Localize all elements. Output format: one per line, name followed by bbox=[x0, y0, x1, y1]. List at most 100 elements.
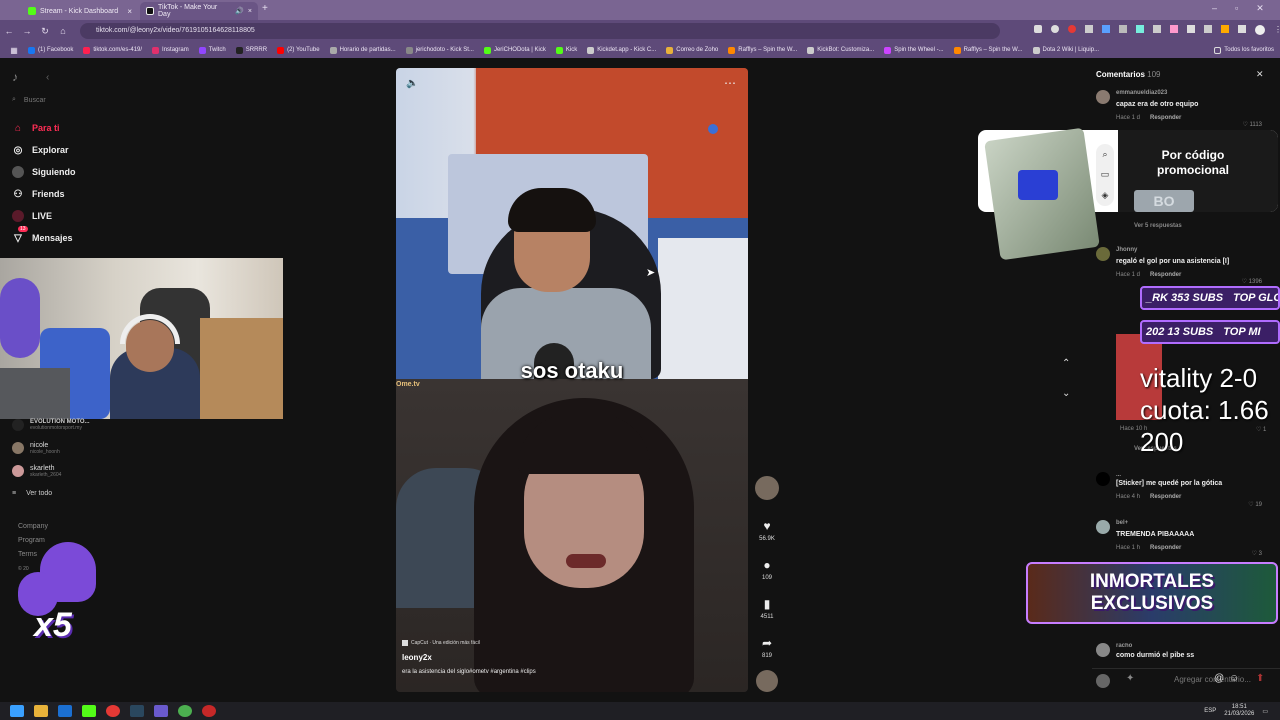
folder-icon[interactable] bbox=[34, 705, 48, 717]
save-button[interactable]: ▮ 4511 bbox=[754, 597, 780, 620]
nav-para-ti[interactable]: ⌂ Para ti bbox=[12, 119, 60, 137]
avatar[interactable] bbox=[1096, 520, 1110, 534]
collapse-icon[interactable]: ‹ bbox=[46, 72, 49, 83]
bookmark[interactable]: Correo de Zoho bbox=[666, 46, 718, 54]
clock[interactable]: 18:51 21/03/2026 bbox=[1224, 704, 1254, 718]
speaker-icon[interactable]: 🔊 bbox=[235, 7, 244, 15]
comment-input[interactable]: Agregar comentario... bbox=[1174, 675, 1251, 684]
bookmark[interactable]: Kick bbox=[555, 46, 577, 54]
comment-like[interactable]: ♡ 1113 bbox=[1242, 121, 1262, 128]
bookmark[interactable]: tiktok.com/es-419/ bbox=[83, 46, 142, 54]
bookmark[interactable]: Twitch bbox=[198, 46, 226, 54]
comment-like[interactable]: ♡ 19 bbox=[1248, 501, 1262, 508]
extension-icon[interactable] bbox=[1068, 25, 1076, 33]
mute-icon[interactable]: 🔈 bbox=[406, 78, 418, 89]
prev-video-icon[interactable]: ⌃ bbox=[1062, 358, 1070, 369]
puzzle-icon[interactable] bbox=[1187, 25, 1195, 33]
app-icon[interactable] bbox=[82, 705, 96, 717]
cast-icon[interactable] bbox=[1034, 25, 1042, 33]
following-item[interactable]: EVOLUTION MOTO... evolutionmotorsport.my bbox=[12, 418, 272, 432]
extension-icon[interactable] bbox=[1170, 25, 1178, 33]
next-video-icon[interactable]: ⌄ bbox=[1062, 388, 1070, 399]
video-player[interactable]: Ome.tv 🔈 ⋯ sos otaku CapCut · Una edició… bbox=[396, 68, 748, 692]
mention-icon[interactable]: @ bbox=[1214, 673, 1224, 684]
bookmark[interactable]: SRRRR bbox=[235, 46, 267, 54]
opera-icon[interactable] bbox=[106, 705, 120, 717]
avatar[interactable] bbox=[1096, 643, 1110, 657]
notification-icon[interactable]: ▭ bbox=[1262, 708, 1268, 715]
all-favorites[interactable]: Todos los favoritos bbox=[1214, 46, 1274, 54]
tab-tiktok[interactable]: TikTok - Make Your Day 🔊 × bbox=[140, 2, 258, 20]
see-all-link[interactable]: ≡ Ver todo bbox=[12, 490, 272, 497]
bookmark[interactable]: KickBot: Customiza... bbox=[807, 46, 874, 54]
nav-live[interactable]: LIVE bbox=[12, 207, 52, 225]
search-row[interactable]: ⌕ Buscar bbox=[12, 96, 46, 104]
profile-avatar[interactable] bbox=[1255, 25, 1265, 35]
close-window-icon[interactable]: ✕ bbox=[1256, 3, 1264, 14]
nav-friends[interactable]: ⚇ Friends bbox=[12, 185, 65, 203]
new-tab-button[interactable]: + bbox=[262, 3, 268, 14]
app-icon[interactable] bbox=[202, 705, 216, 717]
apps-icon[interactable]: ▦ bbox=[0, 46, 28, 55]
extension-icon[interactable] bbox=[1085, 25, 1093, 33]
extension-icon[interactable] bbox=[1136, 25, 1144, 33]
following-item[interactable]: skarleth skarleth_2604 bbox=[12, 464, 272, 478]
bookmark[interactable]: Dota 2 Wiki | Liquip... bbox=[1032, 46, 1099, 54]
minimize-icon[interactable]: – bbox=[1212, 3, 1217, 14]
sticker-icon[interactable]: ✦ bbox=[1126, 673, 1134, 684]
bookmark[interactable]: (2) YouTube bbox=[277, 46, 320, 54]
emoji-icon[interactable]: ☺ bbox=[1229, 673, 1239, 684]
star-icon[interactable] bbox=[1051, 25, 1059, 33]
extension-icon[interactable] bbox=[1153, 25, 1161, 33]
avatar[interactable] bbox=[1096, 472, 1110, 486]
capcut-tag[interactable]: CapCut · Una edición más fácil bbox=[402, 640, 742, 646]
extension-icon[interactable] bbox=[1221, 25, 1229, 33]
app-icon[interactable] bbox=[154, 705, 168, 717]
bookmark[interactable]: (1) Facebook bbox=[28, 46, 73, 54]
video-author[interactable]: leony2x bbox=[402, 653, 742, 662]
steam-icon[interactable] bbox=[130, 705, 144, 717]
bookmark[interactable]: jerichodoto - Kick St... bbox=[405, 46, 474, 54]
tiktok-logo-icon[interactable]: ♪ bbox=[12, 70, 18, 84]
sound-avatar[interactable] bbox=[754, 670, 780, 692]
bookmark[interactable]: Spin the Wheel -... bbox=[884, 46, 944, 54]
extension-icon[interactable] bbox=[1119, 25, 1127, 33]
maximize-icon[interactable]: ▫ bbox=[1235, 3, 1238, 14]
nav-explorar[interactable]: ◎ Explorar bbox=[12, 141, 69, 159]
chrome-icon[interactable] bbox=[178, 705, 192, 717]
view-replies-link[interactable]: Ver 5 respuestas bbox=[1134, 223, 1182, 229]
extension-icon[interactable] bbox=[1238, 25, 1246, 33]
bookmark[interactable]: Horario de partidas... bbox=[329, 46, 396, 54]
like-button[interactable]: ♥ 56.9K bbox=[754, 519, 780, 542]
bookmark[interactable]: Instagram bbox=[152, 46, 189, 54]
more-options-icon[interactable]: ⋯ bbox=[724, 76, 736, 90]
home-button-icon[interactable]: ⌂ bbox=[54, 26, 72, 36]
back-icon[interactable]: ← bbox=[0, 26, 18, 36]
comment-button[interactable]: ● 109 bbox=[754, 558, 780, 581]
avatar[interactable] bbox=[1096, 247, 1110, 261]
bookmark[interactable]: Rafflys – Spin the W... bbox=[953, 46, 1023, 54]
close-comments-icon[interactable]: ✕ bbox=[1256, 69, 1264, 80]
close-tab-icon[interactable]: × bbox=[127, 7, 132, 16]
app-icon[interactable] bbox=[58, 705, 72, 717]
extension-icon[interactable] bbox=[1102, 25, 1110, 33]
avatar[interactable] bbox=[1096, 90, 1110, 104]
bookmark[interactable]: Kickdet.app - Kick C... bbox=[587, 46, 656, 54]
sidepanel-icon[interactable] bbox=[1204, 25, 1212, 33]
tab-kick-dashboard[interactable]: Stream - Kick Dashboard × bbox=[22, 2, 138, 20]
close-tab-icon[interactable]: × bbox=[248, 8, 252, 15]
url-field[interactable]: tiktok.com/@leony2x/video/76191051646281… bbox=[80, 23, 1000, 39]
author-avatar-button[interactable] bbox=[754, 476, 780, 500]
comment-like[interactable]: ♡ 1396 bbox=[1242, 278, 1262, 285]
send-icon[interactable]: ⬆ bbox=[1256, 673, 1264, 684]
following-item[interactable]: nicole nicole_hoonh bbox=[12, 441, 272, 455]
reload-icon[interactable]: ↻ bbox=[36, 26, 54, 37]
bookmark[interactable]: JeriCHODota | Kick bbox=[483, 46, 546, 54]
bookmark[interactable]: Rafflys – Spin the W... bbox=[728, 46, 797, 54]
forward-icon[interactable]: → bbox=[18, 26, 36, 36]
share-button[interactable]: ➦ 819 bbox=[754, 636, 780, 659]
comment-like[interactable]: ♡ 3 bbox=[1252, 550, 1262, 557]
menu-icon[interactable]: ⋮ bbox=[1274, 25, 1280, 35]
nav-siguiendo[interactable]: Siguiendo bbox=[12, 163, 76, 181]
start-icon[interactable] bbox=[10, 705, 24, 717]
